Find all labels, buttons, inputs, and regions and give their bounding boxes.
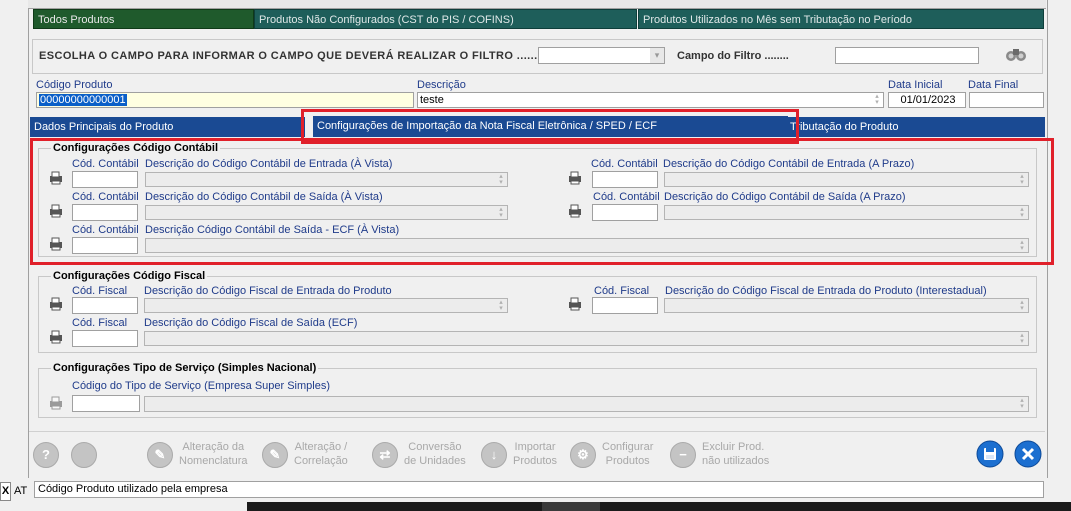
tab-dados-principais[interactable]: Dados Principais do Produto: [30, 117, 305, 137]
tools-icon: ⚙: [570, 442, 596, 468]
descricao-label: Descrição: [417, 79, 466, 91]
delete-icon: −: [670, 442, 696, 468]
scroll-arrows-icon: ▴ ▾: [1020, 332, 1024, 345]
left-x-button[interactable]: X: [0, 482, 11, 501]
campo-filtro-input[interactable]: [835, 47, 979, 64]
printer-icon[interactable]: [48, 330, 64, 344]
codigo-tipo-servico-input[interactable]: [72, 395, 140, 412]
filter-prompt: ESCOLHA O CAMPO PARA INFORMAR O CAMPO QU…: [39, 50, 552, 62]
blank-button[interactable]: [71, 439, 99, 473]
data-final-label: Data Final: [968, 79, 1019, 91]
cod-fiscal-label: Cód. Fiscal: [72, 317, 128, 329]
alteracao-nomenclatura-label: Alteração da Nomenclatura: [179, 440, 247, 468]
data-inicial-label: Data Inicial: [888, 79, 943, 91]
cod-fiscal-label: Cód. Fiscal: [594, 285, 650, 297]
fiscal-group-title: Configurações Código Fiscal: [51, 270, 208, 282]
taskbar: [247, 502, 1071, 511]
label-line-1: Excluir Prod.: [702, 441, 765, 453]
label-line-1: Configurar: [602, 441, 654, 453]
tab-todos-produtos[interactable]: Todos Produtos: [33, 9, 254, 29]
scroll-arrows-icon: ▴ ▾: [875, 93, 879, 106]
label-line-1: Conversão: [408, 441, 462, 453]
codigo-produto-label: Código Produto: [36, 79, 113, 91]
fiscal-entrada-inter-description: ▴ ▾: [664, 298, 1029, 313]
cod-fiscal-saida-ecf-input[interactable]: [72, 330, 138, 347]
label-line-2: não utilizados: [702, 455, 770, 467]
circle-icon: [71, 442, 97, 468]
title-strip: [28, 0, 1046, 9]
configurar-produtos-button[interactable]: ⚙ Configurar Produtos: [570, 439, 665, 473]
codigo-produto-value: 00000000000001: [39, 94, 127, 106]
fiscal-entrada-label: Descrição do Código Fiscal de Entrada do…: [144, 285, 392, 297]
edit-icon: ✎: [147, 442, 173, 468]
close-icon: [1014, 440, 1042, 468]
conversao-unidades-button[interactable]: ⇄ Conversão de Unidades: [372, 439, 472, 473]
scroll-arrows-icon: ▴ ▾: [499, 299, 503, 312]
codigo-produto-input[interactable]: 00000000000001: [36, 92, 414, 108]
alteracao-correlacao-button[interactable]: ✎ Alteração / Correlação: [262, 439, 362, 473]
edit-icon: ✎: [262, 442, 288, 468]
label-line-2: Nomenclatura: [179, 455, 248, 467]
cod-fiscal-label: Cód. Fiscal: [72, 285, 128, 297]
tab-tributacao[interactable]: Tributação do Produto: [788, 117, 1045, 137]
label-line-2: Correlação: [294, 455, 348, 467]
campo-filtro-label: Campo do Filtro ........: [677, 50, 789, 62]
importar-produtos-label: Importar Produtos: [513, 440, 557, 468]
descricao-value: teste: [420, 94, 444, 106]
alteracao-nomenclatura-button[interactable]: ✎ Alteração da Nomenclatura: [147, 439, 257, 473]
label-line-1: Importar: [514, 441, 556, 453]
data-final-input[interactable]: [969, 92, 1044, 108]
importar-produtos-button[interactable]: ↓ Importar Produtos: [481, 439, 571, 473]
descricao-input[interactable]: teste ▴ ▾: [417, 92, 884, 108]
excluir-produtos-label: Excluir Prod. não utilizados: [702, 440, 769, 468]
scroll-arrows-icon: ▴ ▾: [1020, 299, 1024, 312]
close-button[interactable]: [1014, 440, 1042, 468]
help-icon: ?: [33, 442, 59, 468]
tipo-servico-description: ▴ ▾: [144, 396, 1029, 412]
handshake-icon: ⇄: [372, 442, 398, 468]
servico-group-title: Configurações Tipo de Serviço (Simples N…: [51, 362, 319, 374]
fiscal-saida-ecf-description: ▴ ▾: [144, 331, 1029, 346]
fiscal-entrada-inter-label: Descrição do Código Fiscal de Entrada do…: [665, 285, 987, 297]
printer-icon[interactable]: [48, 297, 64, 311]
excluir-produtos-button[interactable]: − Excluir Prod. não utilizados: [670, 439, 780, 473]
help-button[interactable]: ?: [33, 439, 61, 473]
tab-produtos-sem-tributacao[interactable]: Produtos Utilizados no Mês sem Tributaçã…: [638, 9, 1044, 29]
highlight-contabil-box: [30, 138, 1054, 265]
taskbar-item[interactable]: [542, 502, 600, 511]
alteracao-correlacao-label: Alteração / Correlação: [294, 440, 348, 468]
left-label: AT: [14, 485, 28, 497]
configurar-produtos-label: Configurar Produtos: [602, 440, 653, 468]
data-inicial-input[interactable]: 01/01/2023: [888, 92, 966, 108]
cod-fiscal-entrada-inter-input[interactable]: [592, 297, 658, 314]
tab-produtos-nao-configurados[interactable]: Produtos Não Configurados (CST do PIS / …: [254, 9, 637, 29]
fiscal-entrada-description: ▴ ▾: [144, 298, 508, 313]
cod-fiscal-entrada-input[interactable]: [72, 297, 138, 314]
label-line-1: Alteração da: [182, 441, 245, 453]
codigo-tipo-servico-label: Código do Tipo de Serviço (Empresa Super…: [72, 380, 331, 392]
floppy-disk-icon: [976, 440, 1004, 468]
status-bar: Código Produto utilizado pela empresa: [34, 481, 1044, 498]
conversao-unidades-label: Conversão de Unidades: [404, 440, 466, 468]
label-line-1: Alteração /: [294, 441, 348, 453]
binoculars-icon[interactable]: [1005, 46, 1027, 62]
save-button[interactable]: [976, 440, 1004, 468]
filter-field-select[interactable]: ▾: [538, 47, 665, 64]
printer-icon[interactable]: [48, 396, 64, 410]
toolbar-separator: [29, 431, 1045, 432]
chevron-down-icon: ▾: [650, 48, 664, 63]
printer-icon[interactable]: [567, 297, 583, 311]
scroll-arrows-icon: ▴ ▾: [1020, 397, 1024, 410]
fiscal-saida-ecf-label: Descrição do Código Fiscal de Saída (ECF…: [144, 317, 358, 329]
download-icon: ↓: [481, 442, 507, 468]
label-line-2: Produtos: [513, 455, 558, 467]
label-line-2: Produtos: [605, 455, 650, 467]
label-line-2: de Unidades: [404, 455, 466, 467]
